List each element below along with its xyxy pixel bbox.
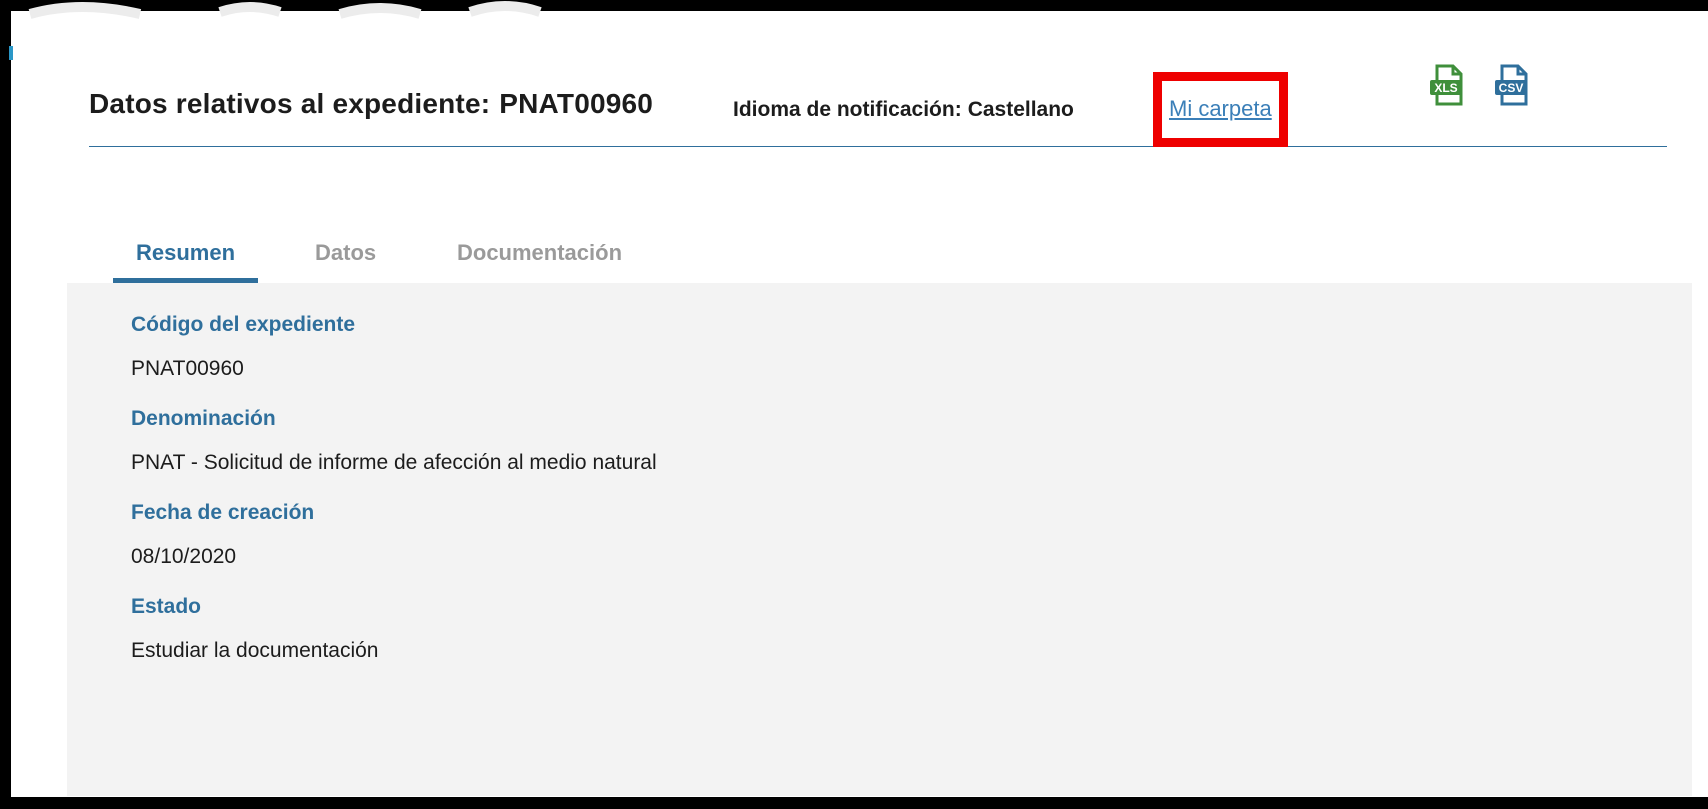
csv-label: CSV [1499, 81, 1524, 95]
field-label: Denominación [131, 407, 276, 430]
field-estado: Estado Estudiar la documentación [131, 595, 378, 663]
field-value: Estudiar la documentación [131, 639, 379, 662]
link-prefix-mark: ' [1157, 92, 1161, 114]
export-csv-button[interactable]: CSV [1494, 64, 1532, 108]
expediente-code: PNAT00960 [499, 88, 654, 119]
tab-documentacion[interactable]: Documentación [457, 240, 622, 266]
notification-language-label: Idioma de notificación: [733, 98, 962, 121]
page-header: Datos relativos al expediente: PNAT00960 … [89, 64, 1667, 147]
xls-file-icon: XLS [1430, 64, 1463, 106]
field-label: Estado [131, 595, 202, 618]
notification-language: Idioma de notificación: Castellano [733, 98, 1074, 122]
mi-carpeta-link[interactable]: Mi carpeta [1169, 96, 1272, 122]
field-codigo: Código del expediente PNAT00960 [131, 313, 355, 381]
decorative-background-marks [28, 1, 542, 19]
field-label: Código del expediente [131, 313, 356, 336]
xls-label: XLS [1434, 81, 1457, 95]
page-title: Datos relativos al expediente: PNAT00960 [89, 88, 653, 120]
field-denominacion: Denominación PNAT - Solicitud de informe… [131, 407, 657, 475]
field-value: PNAT - Solicitud de informe de afección … [131, 451, 657, 474]
field-label: Fecha de creación [131, 501, 315, 524]
title-prefix: Datos relativos al expediente: [89, 88, 491, 119]
field-value: 08/10/2020 [131, 545, 237, 568]
summary-panel: Código del expediente PNAT00960 Denomina… [67, 283, 1692, 796]
field-value: PNAT00960 [131, 357, 244, 380]
csv-file-icon: CSV [1495, 64, 1528, 106]
field-fecha-creacion: Fecha de creación 08/10/2020 [131, 501, 314, 569]
tab-datos[interactable]: Datos [315, 240, 376, 266]
side-accent-mark [9, 46, 13, 60]
tab-resumen[interactable]: Resumen [136, 240, 235, 266]
notification-language-value: Castellano [967, 98, 1074, 121]
export-xls-button[interactable]: XLS [1429, 64, 1467, 108]
